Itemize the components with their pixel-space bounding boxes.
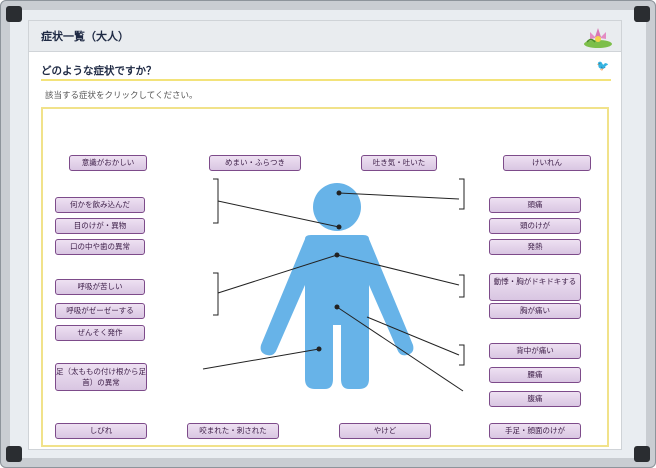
page-title: 症状一覧（大人） bbox=[41, 30, 129, 43]
symptom-button[interactable]: 腹痛 bbox=[489, 391, 581, 407]
symptom-button[interactable]: 目のけが・異物 bbox=[55, 218, 145, 234]
symptom-panel: 意識がおかしい めまい・ふらつき 吐き気・吐いた けいれん 何かを飲み込んだ 目… bbox=[41, 107, 609, 447]
symptom-button[interactable]: やけど bbox=[339, 423, 431, 439]
symptom-button[interactable]: 腰痛 bbox=[489, 367, 581, 383]
symptom-button[interactable]: 呼吸がゼーゼーする bbox=[55, 303, 145, 319]
symptom-button[interactable]: めまい・ふらつき bbox=[209, 155, 301, 171]
symptom-button[interactable]: 吐き気・吐いた bbox=[361, 155, 437, 171]
symptom-button[interactable]: 頭痛 bbox=[489, 197, 581, 213]
symptom-board: 症状一覧（大人） どのような症状ですか？ 🐦 該当する症状をクリックしてください… bbox=[28, 20, 622, 450]
symptom-button[interactable]: 手足・顔面のけが bbox=[489, 423, 581, 439]
symptom-button[interactable]: 口の中や歯の異常 bbox=[55, 239, 145, 255]
section-divider bbox=[41, 79, 611, 81]
symptom-button[interactable]: ぜんそく発作 bbox=[55, 325, 145, 341]
symptom-button[interactable]: 足（太ももの付け根から足首）の異常 bbox=[55, 363, 147, 391]
frame-corner bbox=[634, 6, 650, 22]
symptom-button[interactable]: 呼吸が苦しい bbox=[55, 279, 145, 295]
symptom-button[interactable]: 胸が痛い bbox=[489, 303, 581, 319]
symptom-button[interactable]: 頭のけが bbox=[489, 218, 581, 234]
symptom-button[interactable]: 意識がおかしい bbox=[69, 155, 147, 171]
instruction-text: 該当する症状をクリックしてください。 bbox=[45, 91, 198, 101]
symptom-button[interactable]: 背中が痛い bbox=[489, 343, 581, 359]
flower-icon bbox=[584, 28, 612, 48]
frame-corner bbox=[634, 446, 650, 462]
symptom-button[interactable]: 咬まれた・刺された bbox=[187, 423, 279, 439]
symptom-button[interactable]: 何かを飲み込んだ bbox=[55, 197, 145, 213]
frame-corner bbox=[6, 446, 22, 462]
frame-corner bbox=[6, 6, 22, 22]
symptom-button[interactable]: 発熱 bbox=[489, 239, 581, 255]
symptom-button[interactable]: しびれ bbox=[55, 423, 147, 439]
symptom-button[interactable]: けいれん bbox=[503, 155, 591, 171]
title-bar: 症状一覧（大人） bbox=[29, 21, 621, 52]
bird-icon: 🐦 bbox=[596, 61, 609, 72]
symptom-button[interactable]: 動悸・胸がドキドキする bbox=[489, 273, 581, 301]
human-body-icon bbox=[260, 183, 414, 389]
question-heading: どのような症状ですか？ bbox=[41, 65, 157, 77]
